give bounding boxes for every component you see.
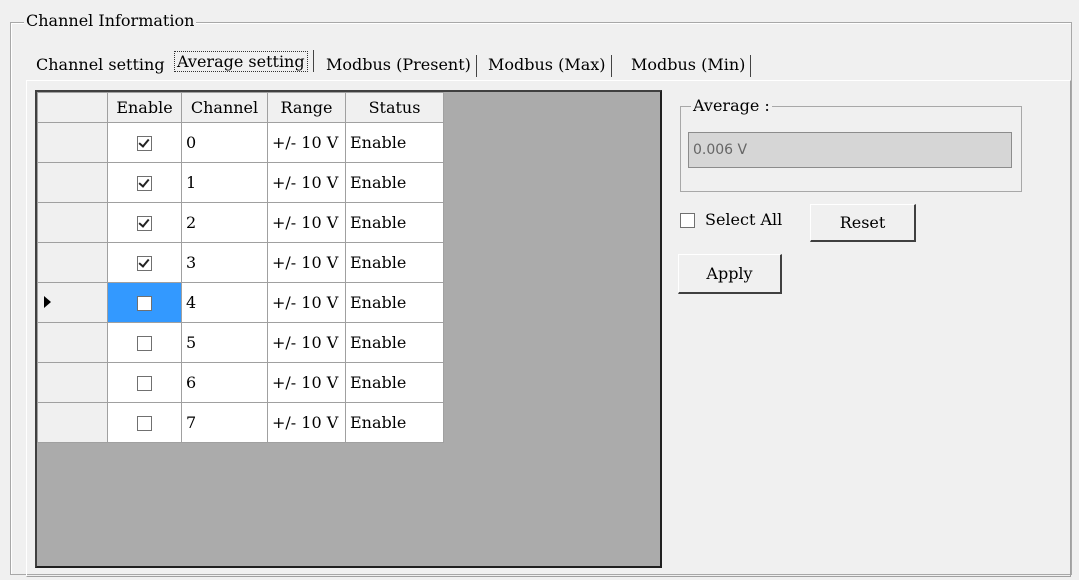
channel-cell[interactable]: 6 (181, 362, 268, 403)
row-header[interactable] (37, 122, 108, 163)
tab-average-setting[interactable]: Average setting (174, 45, 314, 79)
range-cell[interactable]: +/- 10 V (267, 122, 346, 163)
tab-separator (610, 55, 612, 77)
tab-label: Channel setting (36, 55, 165, 74)
tab-label: Modbus (Min) (631, 55, 746, 74)
table-row[interactable]: 3 +/- 10 V Enable (37, 242, 444, 283)
checkbox-icon[interactable] (680, 213, 695, 228)
enable-cell[interactable] (107, 402, 182, 443)
range-cell[interactable]: +/- 10 V (267, 162, 346, 203)
table-row[interactable]: 0 +/- 10 V Enable (37, 122, 444, 163)
enable-cell[interactable] (107, 362, 182, 403)
enable-checkbox[interactable] (137, 256, 152, 271)
apply-button[interactable]: Apply (678, 254, 782, 294)
status-cell[interactable]: Enable (345, 282, 444, 323)
row-header[interactable] (37, 162, 108, 203)
row-header[interactable] (37, 282, 108, 323)
table-header-row: Enable Channel Range Status (37, 92, 444, 123)
row-header[interactable] (37, 362, 108, 403)
status-cell[interactable]: Enable (345, 242, 444, 283)
table-row[interactable]: 7 +/- 10 V Enable (37, 402, 444, 443)
channel-cell[interactable]: 5 (181, 322, 268, 363)
tab-channel-setting[interactable]: Channel setting (36, 50, 165, 80)
tab-separator (750, 55, 752, 77)
column-header-enable[interactable]: Enable (107, 92, 182, 123)
range-cell[interactable]: +/- 10 V (267, 362, 346, 403)
tab-label: Average setting (174, 51, 308, 72)
channel-cell[interactable]: 2 (181, 202, 268, 243)
row-header[interactable] (37, 402, 108, 443)
table-row[interactable]: 1 +/- 10 V Enable (37, 162, 444, 203)
select-all-checkbox[interactable]: Select All (680, 210, 782, 229)
channel-table: Enable Channel Range Status 0 +/- 10 V Ena… (37, 92, 444, 443)
table-row[interactable]: 5 +/- 10 V Enable (37, 322, 444, 363)
tab-modbus-min[interactable]: Modbus (Min) (631, 50, 752, 80)
reset-button[interactable]: Reset (810, 204, 916, 242)
enable-checkbox[interactable] (137, 176, 152, 191)
channel-cell[interactable]: 1 (181, 162, 268, 203)
row-header[interactable] (37, 322, 108, 363)
tab-separator (475, 55, 477, 77)
average-value-field: 0.006 V (688, 132, 1012, 168)
status-cell[interactable]: Enable (345, 362, 444, 403)
table-row[interactable]: 6 +/- 10 V Enable (37, 362, 444, 403)
enable-cell[interactable] (107, 162, 182, 203)
range-cell[interactable]: +/- 10 V (267, 402, 346, 443)
table-row[interactable]: 4 +/- 10 V Enable (37, 282, 444, 323)
channel-grid[interactable]: Enable Channel Range Status 0 +/- 10 V Ena… (35, 90, 662, 568)
enable-checkbox[interactable] (137, 376, 152, 391)
enable-checkbox[interactable] (137, 296, 152, 311)
column-header-range[interactable]: Range (267, 92, 346, 123)
tab-modbus-max[interactable]: Modbus (Max) (488, 50, 612, 80)
enable-cell[interactable] (107, 202, 182, 243)
column-header-channel[interactable]: Channel (181, 92, 268, 123)
table-row[interactable]: 2 +/- 10 V Enable (37, 202, 444, 243)
tab-label: Modbus (Max) (488, 55, 606, 74)
row-header[interactable] (37, 242, 108, 283)
enable-checkbox[interactable] (137, 216, 152, 231)
status-cell[interactable]: Enable (345, 162, 444, 203)
enable-checkbox[interactable] (137, 336, 152, 351)
tab-separator (312, 50, 314, 72)
range-cell[interactable]: +/- 10 V (267, 282, 346, 323)
enable-cell[interactable] (107, 322, 182, 363)
average-title: Average : (691, 96, 772, 115)
range-cell[interactable]: +/- 10 V (267, 202, 346, 243)
tab-label: Modbus (Present) (326, 55, 471, 74)
range-cell[interactable]: +/- 10 V (267, 242, 346, 283)
enable-checkbox[interactable] (137, 136, 152, 151)
channel-cell[interactable]: 3 (181, 242, 268, 283)
status-cell[interactable]: Enable (345, 122, 444, 163)
status-cell[interactable]: Enable (345, 202, 444, 243)
status-cell[interactable]: Enable (345, 402, 444, 443)
row-header-corner (37, 92, 108, 123)
channel-cell[interactable]: 7 (181, 402, 268, 443)
column-header-status[interactable]: Status (345, 92, 444, 123)
channel-cell[interactable]: 4 (181, 282, 268, 323)
enable-cell[interactable] (107, 242, 182, 283)
enable-checkbox[interactable] (137, 416, 152, 431)
enable-cell[interactable] (107, 122, 182, 163)
status-cell[interactable]: Enable (345, 322, 444, 363)
enable-cell[interactable] (107, 282, 182, 323)
current-row-arrow-icon (44, 296, 51, 308)
range-cell[interactable]: +/- 10 V (267, 322, 346, 363)
group-title: Channel Information (24, 11, 197, 30)
tab-modbus-present[interactable]: Modbus (Present) (326, 50, 477, 80)
row-header[interactable] (37, 202, 108, 243)
channel-cell[interactable]: 0 (181, 122, 268, 163)
select-all-label: Select All (705, 210, 783, 229)
